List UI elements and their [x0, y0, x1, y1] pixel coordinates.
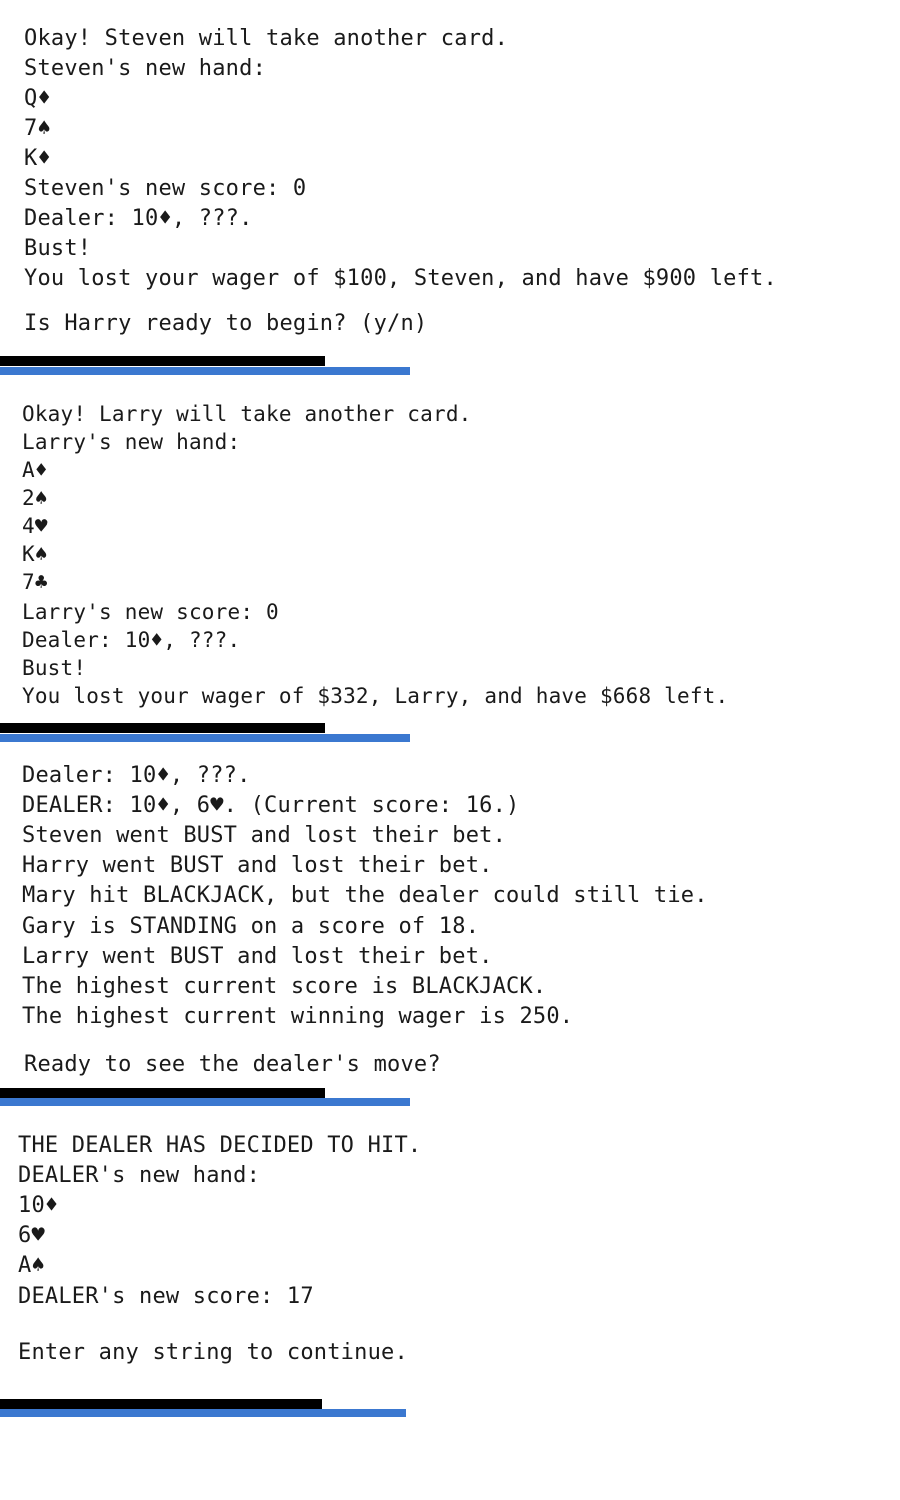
card-line: A♦	[22, 458, 48, 482]
card-line: A♠	[18, 1253, 45, 1278]
card-line: 6♥	[18, 1223, 45, 1248]
console-line: The highest current winning wager is 250…	[22, 1004, 574, 1029]
console-line: Gary is STANDING on a score of 18.	[22, 914, 480, 939]
console-line: You lost your wager of $332, Larry, and …	[22, 684, 729, 708]
console-line: DEALER: 10♦, 6♥. (Current score: 16.)	[22, 793, 520, 818]
card-line: 7♣	[22, 570, 48, 594]
divider-dark	[0, 1399, 322, 1409]
console-line: Mary hit BLACKJACK, but the dealer could…	[22, 883, 708, 908]
console-line: The highest current score is BLACKJACK.	[22, 974, 547, 999]
console-line: Steven went BUST and lost their bet.	[22, 823, 507, 848]
divider-accent	[0, 734, 410, 742]
console-prompt[interactable]: Is Harry ready to begin? (y/n)	[24, 311, 427, 337]
divider-dark	[0, 1088, 325, 1098]
console-line: DEALER's new score: 17	[18, 1284, 314, 1309]
console-line: Steven's new hand:	[24, 56, 267, 81]
card-line: Q♦	[24, 86, 51, 111]
console-line: Okay! Steven will take another card.	[24, 26, 509, 51]
console-line: Bust!	[22, 656, 87, 680]
card-line: K♦	[24, 146, 51, 171]
divider-dark	[0, 723, 325, 733]
card-line: 4♥	[22, 514, 48, 538]
console-prompt[interactable]: Ready to see the dealer's move?	[24, 1052, 441, 1078]
console-line: Harry went BUST and lost their bet.	[22, 853, 493, 878]
console-line: You lost your wager of $100, Steven, and…	[24, 266, 777, 291]
console-prompt[interactable]: Enter any string to continue.	[18, 1340, 408, 1366]
console-line: Larry's new hand:	[22, 430, 241, 454]
console-line: Larry went BUST and lost their bet.	[22, 944, 493, 969]
card-line: K♠	[22, 542, 48, 566]
divider-accent	[0, 367, 410, 375]
divider-accent	[0, 1098, 410, 1106]
card-line: 10♦	[18, 1193, 59, 1218]
console-line: Dealer: 10♦, ???.	[22, 763, 251, 788]
divider-dark	[0, 356, 325, 366]
console-line: Steven's new score: 0	[24, 176, 307, 201]
console-line: THE DEALER HAS DECIDED TO HIT.	[18, 1133, 422, 1158]
console-line: Dealer: 10♦, ???.	[24, 206, 253, 231]
card-line: 7♠	[24, 116, 51, 141]
console-line: Okay! Larry will take another card.	[22, 402, 472, 426]
console-line: DEALER's new hand:	[18, 1163, 261, 1188]
console-line: Bust!	[24, 236, 92, 261]
divider-accent	[0, 1409, 406, 1417]
console-line: Larry's new score: 0	[22, 600, 279, 624]
card-line: 2♠	[22, 486, 48, 510]
console-line: Dealer: 10♦, ???.	[22, 628, 241, 652]
